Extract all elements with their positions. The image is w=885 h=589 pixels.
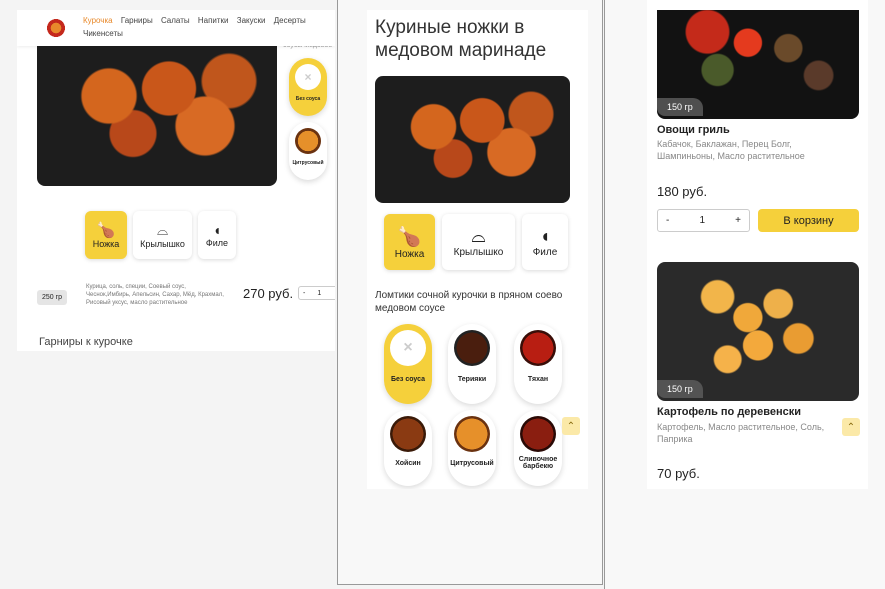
left-window: Курочка Гарниры Салаты Напитки Закуски Д… bbox=[17, 10, 335, 351]
dish-image bbox=[375, 76, 570, 203]
part-label: Ножка bbox=[394, 248, 425, 260]
nav-item-salaty[interactable]: Салаты bbox=[161, 16, 190, 25]
product-ingredients: Кабачок, Баклажан, Перец Болг, Шампиньон… bbox=[657, 139, 805, 161]
hoisin-sauce-icon bbox=[390, 416, 426, 452]
sauce-label: Цитрусовый bbox=[292, 160, 324, 166]
dish-title: Куриные ножки в медовом маринаде bbox=[375, 17, 547, 61]
price: 270 руб. bbox=[243, 286, 294, 301]
product-name[interactable]: Овощи гриль bbox=[657, 124, 730, 136]
product-name[interactable]: Картофель по деревенски bbox=[657, 406, 801, 418]
wing-icon: ⌓ bbox=[156, 221, 169, 238]
right-window-frame: 150 гр Овощи гриль Кабачок, Баклажан, Пе… bbox=[604, 0, 885, 589]
right-card: 150 гр Овощи гриль Кабачок, Баклажан, Пе… bbox=[647, 0, 868, 489]
dish-image bbox=[37, 36, 277, 186]
nav-item-deserty[interactable]: Десерты bbox=[274, 16, 306, 25]
nav-item-zakuski[interactable]: Закуски bbox=[237, 16, 266, 25]
quantity-value[interactable]: 1 bbox=[309, 290, 329, 297]
part-fillet[interactable]: ◖ Филе bbox=[522, 214, 568, 270]
part-label: Крылышко bbox=[140, 238, 185, 249]
scroll-up-button[interactable]: ⌃ bbox=[562, 417, 580, 435]
sauce-label: Цитрусовый bbox=[450, 460, 494, 467]
citrus-sauce-icon bbox=[454, 416, 490, 452]
plus-button[interactable]: + bbox=[735, 215, 741, 226]
quantity-stepper: - 1 bbox=[298, 286, 335, 300]
teriyaki-sauce-icon bbox=[454, 330, 490, 366]
part-label: Филе bbox=[532, 247, 558, 258]
part-wing[interactable]: ⌓ Крылышко bbox=[133, 211, 192, 259]
no-sauce-icon: × bbox=[390, 330, 426, 366]
quantity-stepper: - 1 + bbox=[657, 209, 750, 232]
citrus-sauce-icon bbox=[295, 128, 321, 154]
fillet-icon: ◖ bbox=[539, 226, 551, 246]
sauce-label: Без соуса bbox=[295, 96, 321, 102]
sauce-label: Тяхан bbox=[527, 376, 549, 383]
weight-badge: 150 гр bbox=[657, 380, 703, 398]
product-price: 70 руб. bbox=[657, 466, 700, 481]
bbq-sauce-icon bbox=[520, 416, 556, 452]
add-to-cart-button[interactable]: В корзину bbox=[758, 209, 859, 232]
sauce-bbq[interactable]: Сливочное барбекю bbox=[514, 410, 562, 486]
middle-window-frame: Куриные ножки в медовом маринаде 🍗 Ножка… bbox=[337, 0, 603, 585]
section-title: Гарниры к курочке bbox=[39, 336, 133, 348]
header: Курочка Гарниры Салаты Напитки Закуски Д… bbox=[17, 10, 335, 46]
sauce-none[interactable]: × Без соуса bbox=[289, 58, 327, 116]
minus-button[interactable]: - bbox=[666, 215, 669, 226]
sauce-hoisin[interactable]: Хойсин bbox=[384, 410, 432, 486]
chevron-up-icon: ⌃ bbox=[566, 420, 576, 432]
part-leg[interactable]: 🍗 Ножка bbox=[384, 214, 435, 270]
product-price: 180 руб. bbox=[657, 184, 708, 199]
weight-badge: 150 гр bbox=[657, 98, 703, 116]
minus-button[interactable]: - bbox=[299, 290, 309, 297]
part-leg[interactable]: 🍗 Ножка bbox=[85, 211, 127, 259]
dish-description: Ломтики сочной курочки в пряном соево ме… bbox=[375, 290, 563, 314]
sauce-tyahan[interactable]: Тяхан bbox=[514, 324, 562, 404]
part-label: Ножка bbox=[92, 239, 120, 249]
sauce-label: Хойсин bbox=[395, 460, 421, 467]
scroll-up-button[interactable]: ⌃ bbox=[842, 418, 860, 436]
nav-item-garniry[interactable]: Гарниры bbox=[121, 16, 153, 25]
middle-card: Куриные ножки в медовом маринаде 🍗 Ножка… bbox=[367, 10, 588, 489]
ingredients: Курица, соль, специи, Соевый соус, Чесно… bbox=[86, 284, 224, 306]
nav-item-napitki[interactable]: Напитки bbox=[198, 16, 229, 25]
sauce-citrus[interactable]: Цитрусовый bbox=[448, 410, 496, 486]
tyahan-sauce-icon bbox=[520, 330, 556, 366]
drumstick-icon: 🍗 bbox=[397, 226, 422, 248]
part-wing[interactable]: ⌓ Крылышко bbox=[442, 214, 515, 270]
weight-badge: 250 гр bbox=[37, 290, 68, 305]
product-ingredients: Картофель, Масло растительное, Соль, Пап… bbox=[657, 422, 825, 444]
nav-item-kurochka[interactable]: Курочка bbox=[83, 16, 113, 25]
logo[interactable] bbox=[45, 18, 67, 38]
sauce-teriyaki[interactable]: Терияки bbox=[448, 324, 496, 404]
chevron-up-icon: ⌃ bbox=[846, 421, 856, 433]
sauce-label: Без соуса bbox=[390, 376, 425, 383]
sauce-none[interactable]: × Без соуса bbox=[384, 324, 432, 404]
sauce-label: Сливочное барбекю bbox=[518, 456, 558, 470]
nav: Курочка Гарниры Салаты Напитки Закуски Д… bbox=[83, 14, 333, 40]
fillet-icon: ◖ bbox=[212, 222, 222, 238]
sauce-label: Терияки bbox=[457, 376, 487, 383]
part-label: Крылышко bbox=[453, 247, 504, 258]
wing-icon: ⌓ bbox=[471, 226, 486, 246]
nav-item-chikensety[interactable]: Чикенсеты bbox=[83, 29, 123, 38]
drumstick-icon: 🍗 bbox=[96, 222, 116, 239]
quantity-value[interactable]: 1 bbox=[699, 215, 705, 226]
part-label: Филе bbox=[205, 238, 229, 248]
sauce-citrus[interactable]: Цитрусовый bbox=[289, 122, 327, 180]
no-sauce-icon: × bbox=[295, 64, 321, 90]
part-fillet[interactable]: ◖ Филе bbox=[198, 211, 236, 259]
